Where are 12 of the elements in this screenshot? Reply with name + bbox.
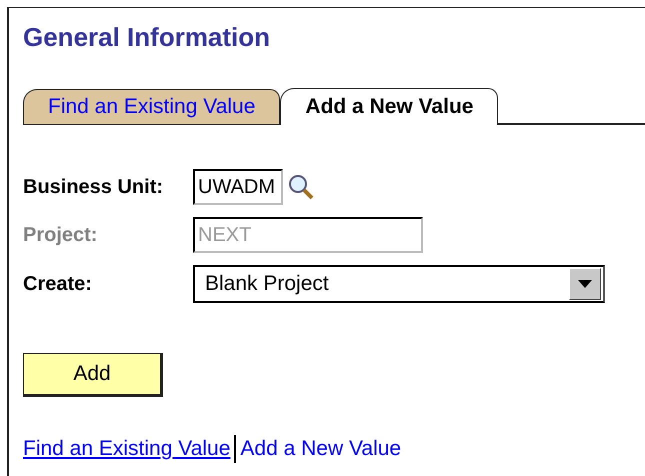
tab[interactable]: Add a New Value [280,88,498,125]
business-unit-field[interactable]: UWADM [193,169,283,205]
link[interactable]: Add a New Value [240,437,402,461]
link[interactable]: Find an Existing Value [23,437,230,461]
field-label: Create: [23,272,93,296]
tab[interactable]: Find an Existing Value [23,89,280,124]
create-dropdown[interactable]: Blank Project [193,265,605,303]
search-icon[interactable] [287,173,315,201]
field-label: Project: [23,224,98,246]
field-label: Business Unit: [23,176,164,198]
page-title: General Information [23,22,270,53]
add-button[interactable]: Add [23,353,163,397]
